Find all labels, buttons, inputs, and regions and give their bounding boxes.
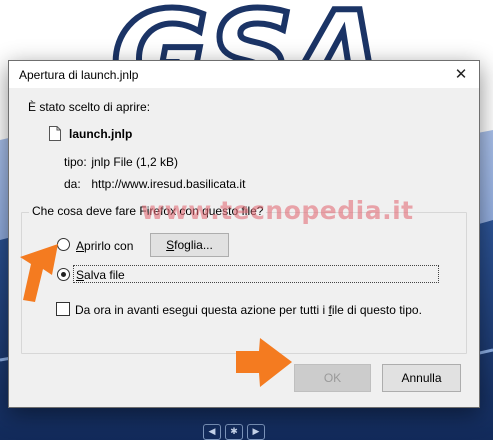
orange-arrow-icon [236,338,292,387]
file-icon [49,126,61,141]
gear-icon: ✱ [225,424,243,440]
remember-choice-label[interactable]: Da ora in avanti esegui questa azione pe… [75,303,422,317]
chevron-right-icon: ▶ [247,424,265,440]
dialog-title: Apertura di launch.jnlp [19,68,139,82]
file-source-value: http://www.iresud.basilicata.it [91,177,246,191]
chosen-label: È stato scelto di aprire: [28,100,151,114]
background-footer-icons: ◀ ✱ ▶ [203,424,265,440]
browse-button[interactable]: Sfoglia... [150,233,229,257]
save-file-label[interactable]: Salva file [73,265,439,283]
file-type-key: tipo: [64,155,87,169]
file-name: launch.jnlp [69,127,133,141]
cancel-button[interactable]: Annulla [382,364,461,392]
orange-arrow-icon [20,244,58,302]
chevron-left-icon: ◀ [203,424,221,440]
file-source-key: da: [64,177,81,191]
file-type-row: tipo: jnlp File (1,2 kB) [64,155,178,169]
open-with-label[interactable]: Aprirlo con [76,239,133,253]
watermark-text: www.tecnopedia.it [141,196,414,225]
dialog-titlebar: Apertura di launch.jnlp ✕ [9,61,479,88]
file-type-value: jnlp File (1,2 kB) [91,155,179,169]
close-icon: ✕ [454,65,468,83]
close-button[interactable]: ✕ [447,63,475,85]
ok-button[interactable]: OK [294,364,371,392]
file-source-row: da: http://www.iresud.basilicata.it [64,177,245,191]
